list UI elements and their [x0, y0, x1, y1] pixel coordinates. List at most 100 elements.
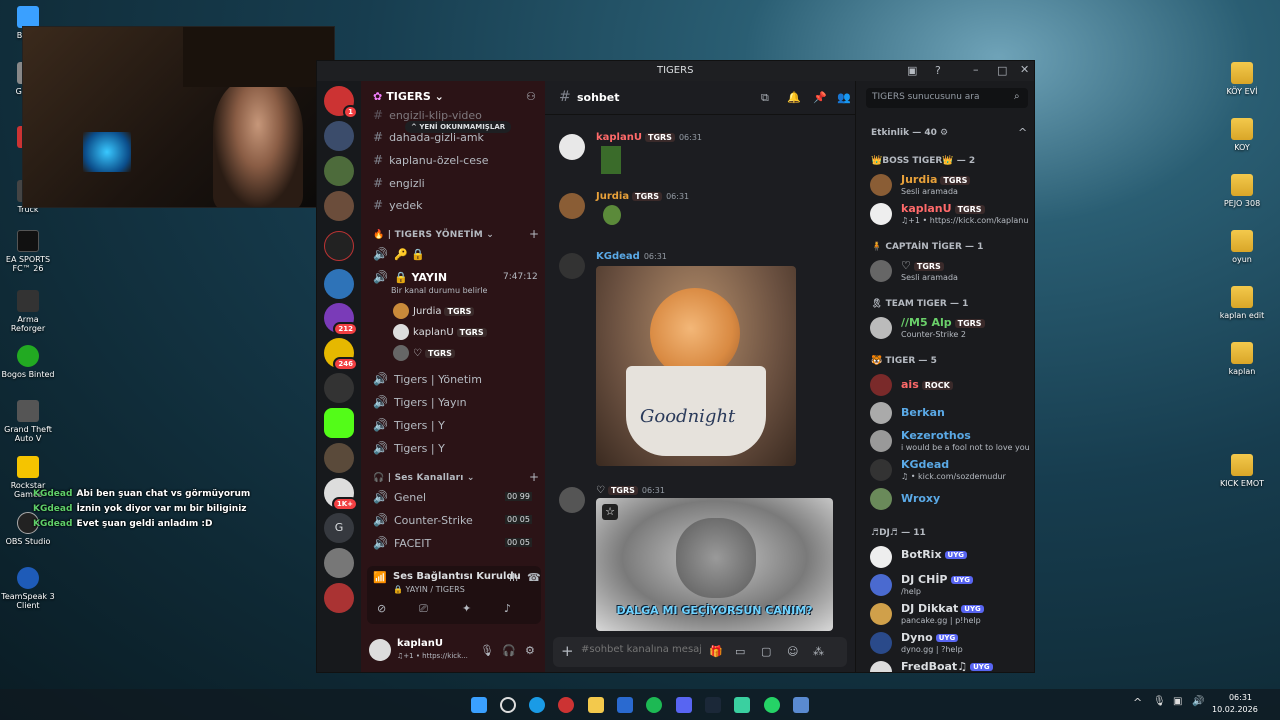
mic-icon[interactable]: 🎙 [480, 644, 494, 657]
system-clock[interactable]: 06:31 10.02.2026 [1212, 692, 1258, 716]
emoji-icon[interactable]: ☺ [787, 645, 798, 658]
server-icon[interactable]: 1K+ [324, 478, 358, 511]
server-icon-oceans[interactable] [324, 231, 354, 261]
app-icon[interactable] [734, 697, 750, 713]
avatar[interactable] [559, 134, 585, 160]
server-icon[interactable]: 246 [324, 338, 358, 371]
channel-item[interactable]: # yedek [373, 198, 422, 212]
server-icon[interactable]: 212 [324, 303, 358, 336]
desktop-icon-teamspeak[interactable]: TeamSpeak 3 Client [0, 567, 56, 610]
channel-status[interactable]: Bir kanal durumu belirle [391, 286, 487, 295]
unread-pill[interactable]: ^ YENİ OKUNMAMIŞLAR [405, 121, 512, 133]
member-item[interactable]: kaplanU TGRS ♫+1 • https://kick.com/kaplan… [870, 201, 1034, 229]
folder-koy[interactable]: KOY [1214, 118, 1270, 152]
folder-kaplan-edit[interactable]: kaplan edit [1214, 286, 1270, 320]
member-item[interactable]: ♡ TGRS Sesli aramada [870, 258, 1034, 286]
avatar[interactable] [369, 639, 391, 661]
add-attachment-icon[interactable]: + [561, 642, 574, 660]
channel-item[interactable]: # engizli [373, 176, 425, 190]
gif-icon[interactable]: ▭ [735, 645, 745, 658]
activity-icon[interactable]: ✦ [462, 602, 471, 615]
headphones-icon[interactable]: 🎧 [502, 644, 516, 657]
server-search[interactable]: TIGERS sunucusunu ara ⌕ [866, 88, 1028, 108]
opera-icon[interactable] [558, 697, 574, 713]
folder-kick-emot[interactable]: KICK EMOT [1214, 454, 1270, 488]
app-icon[interactable] [617, 697, 633, 713]
add-member-icon[interactable]: ⚇ [526, 90, 536, 103]
goodnight-image[interactable]: Goodnight [596, 266, 796, 466]
soundboard-icon[interactable]: ♪ [504, 602, 511, 615]
message-author[interactable]: KGdead 06:31 [596, 251, 667, 262]
server-icon[interactable] [324, 583, 354, 613]
server-icon[interactable] [324, 121, 354, 151]
meme-gif[interactable]: ☆ DALGA MI GEÇİYORSUN CANIM? [596, 498, 833, 631]
member-item[interactable]: ais ROCK [870, 372, 1034, 400]
voice-channel-faceit[interactable]: 🔊 FACEIT [373, 536, 431, 550]
discord-icon[interactable] [676, 697, 692, 713]
sticker-image[interactable] [601, 146, 621, 174]
mic-icon[interactable]: 🎙 [1153, 696, 1166, 707]
member-item[interactable]: BotRix UYG [870, 544, 1034, 572]
member-item[interactable]: FredBoat♫ UYG [870, 659, 1034, 672]
voice-channel-genel[interactable]: 🔊 Genel [373, 490, 426, 504]
channel-item[interactable]: # kaplanu-özel-cese [373, 153, 489, 167]
screen-share-icon[interactable]: ⎚ [419, 602, 428, 616]
voice-channel[interactable]: 🔊 Tigers | Y [373, 441, 445, 455]
voice-user[interactable]: ♡ TGRS [393, 345, 455, 361]
voice-user[interactable]: Jurdia TGRS [393, 303, 475, 319]
member-item[interactable]: Kezerothos i would be a fool not to love … [870, 428, 1034, 456]
folder-koy-evi[interactable]: KÖY EVİ [1214, 62, 1270, 96]
message-author[interactable]: ♡ TGRS 06:31 [596, 485, 665, 496]
live-channel[interactable]: 🔊 🔒 YAYIN [373, 270, 447, 284]
member-item[interactable]: Wroxy [870, 486, 1034, 514]
kick-server-icon[interactable] [324, 408, 354, 438]
voice-channel[interactable]: 🔊 Tigers | Yönetim [373, 372, 482, 386]
member-item[interactable]: //M5 Alp TGRS Counter-Strike 2 [870, 315, 1034, 343]
member-item[interactable]: Berkan [870, 400, 1034, 428]
threads-icon[interactable]: ⧉ [761, 91, 769, 105]
bell-icon[interactable]: 🔔 [787, 91, 801, 104]
category-voice[interactable]: 🎧 | Ses Kanalları ⌄ [373, 473, 475, 483]
whatsapp-icon[interactable] [764, 697, 780, 713]
add-channel-icon[interactable]: + [529, 227, 539, 241]
server-icon-g[interactable]: G [324, 513, 354, 543]
chevron-up-icon[interactable]: ^ [1133, 696, 1142, 709]
server-folder-icon[interactable] [324, 373, 354, 403]
chevron-up-icon[interactable]: ^ [1018, 126, 1027, 139]
message-input[interactable] [581, 644, 701, 655]
activity-header[interactable]: Etkinlik — 40 ⚙ [871, 128, 948, 138]
sticker-icon[interactable]: ▢ [761, 645, 771, 658]
members-icon[interactable]: 👥 [837, 91, 851, 104]
member-item[interactable]: DJ Dikkat UYG pancake.gg | p!help [870, 601, 1034, 629]
close-icon[interactable]: ✕ [1020, 63, 1029, 76]
camera-off-icon[interactable]: ⊘ [377, 602, 386, 615]
voice-channel-cs[interactable]: 🔊 Counter-Strike [373, 513, 473, 527]
network-icon[interactable]: ▣ [1173, 696, 1182, 707]
message-author[interactable]: kaplanU TGRS 06:31 [596, 132, 702, 143]
edge-icon[interactable] [529, 697, 545, 713]
pin-icon[interactable]: 📌 [813, 91, 827, 104]
username[interactable]: kaplanU [397, 638, 443, 649]
minimize-icon[interactable]: – [973, 63, 979, 76]
member-item[interactable]: KGdead ♫ • kick.com/sozdemudur [870, 457, 1034, 485]
spotify-icon[interactable] [646, 697, 662, 713]
server-name[interactable]: ✿ TIGERS ⌄ [373, 90, 444, 103]
folder-oyun[interactable]: oyun [1214, 230, 1270, 264]
steam-icon[interactable] [705, 697, 721, 713]
member-item[interactable]: DJ CHİP UYG/help [870, 572, 1034, 600]
category-management[interactable]: 🔥 | TIGERS YÖNETİM ⌄ [373, 230, 494, 240]
member-item[interactable]: Dyno UYG dyno.gg | ?help [870, 630, 1034, 658]
maximize-icon[interactable]: □ [997, 64, 1007, 77]
server-icon[interactable] [324, 548, 354, 578]
server-icon[interactable]: 1 [324, 86, 358, 119]
avatar[interactable] [559, 193, 585, 219]
desktop-icon-ea-fc[interactable]: EA SPORTS FC™ 26 [0, 230, 56, 273]
volume-icon[interactable]: 🔊 [1192, 696, 1204, 707]
avatar[interactable] [559, 487, 585, 513]
avatar[interactable] [559, 253, 585, 279]
file-explorer-icon[interactable] [588, 697, 604, 713]
desktop-icon-arma[interactable]: Arma Reforger [0, 290, 56, 333]
desktop-icon-bogos[interactable]: Bogos Binted [0, 345, 56, 379]
gift-icon[interactable]: 🎁 [709, 645, 723, 658]
member-item[interactable]: Jurdia TGRS Sesli aramada [870, 172, 1034, 200]
